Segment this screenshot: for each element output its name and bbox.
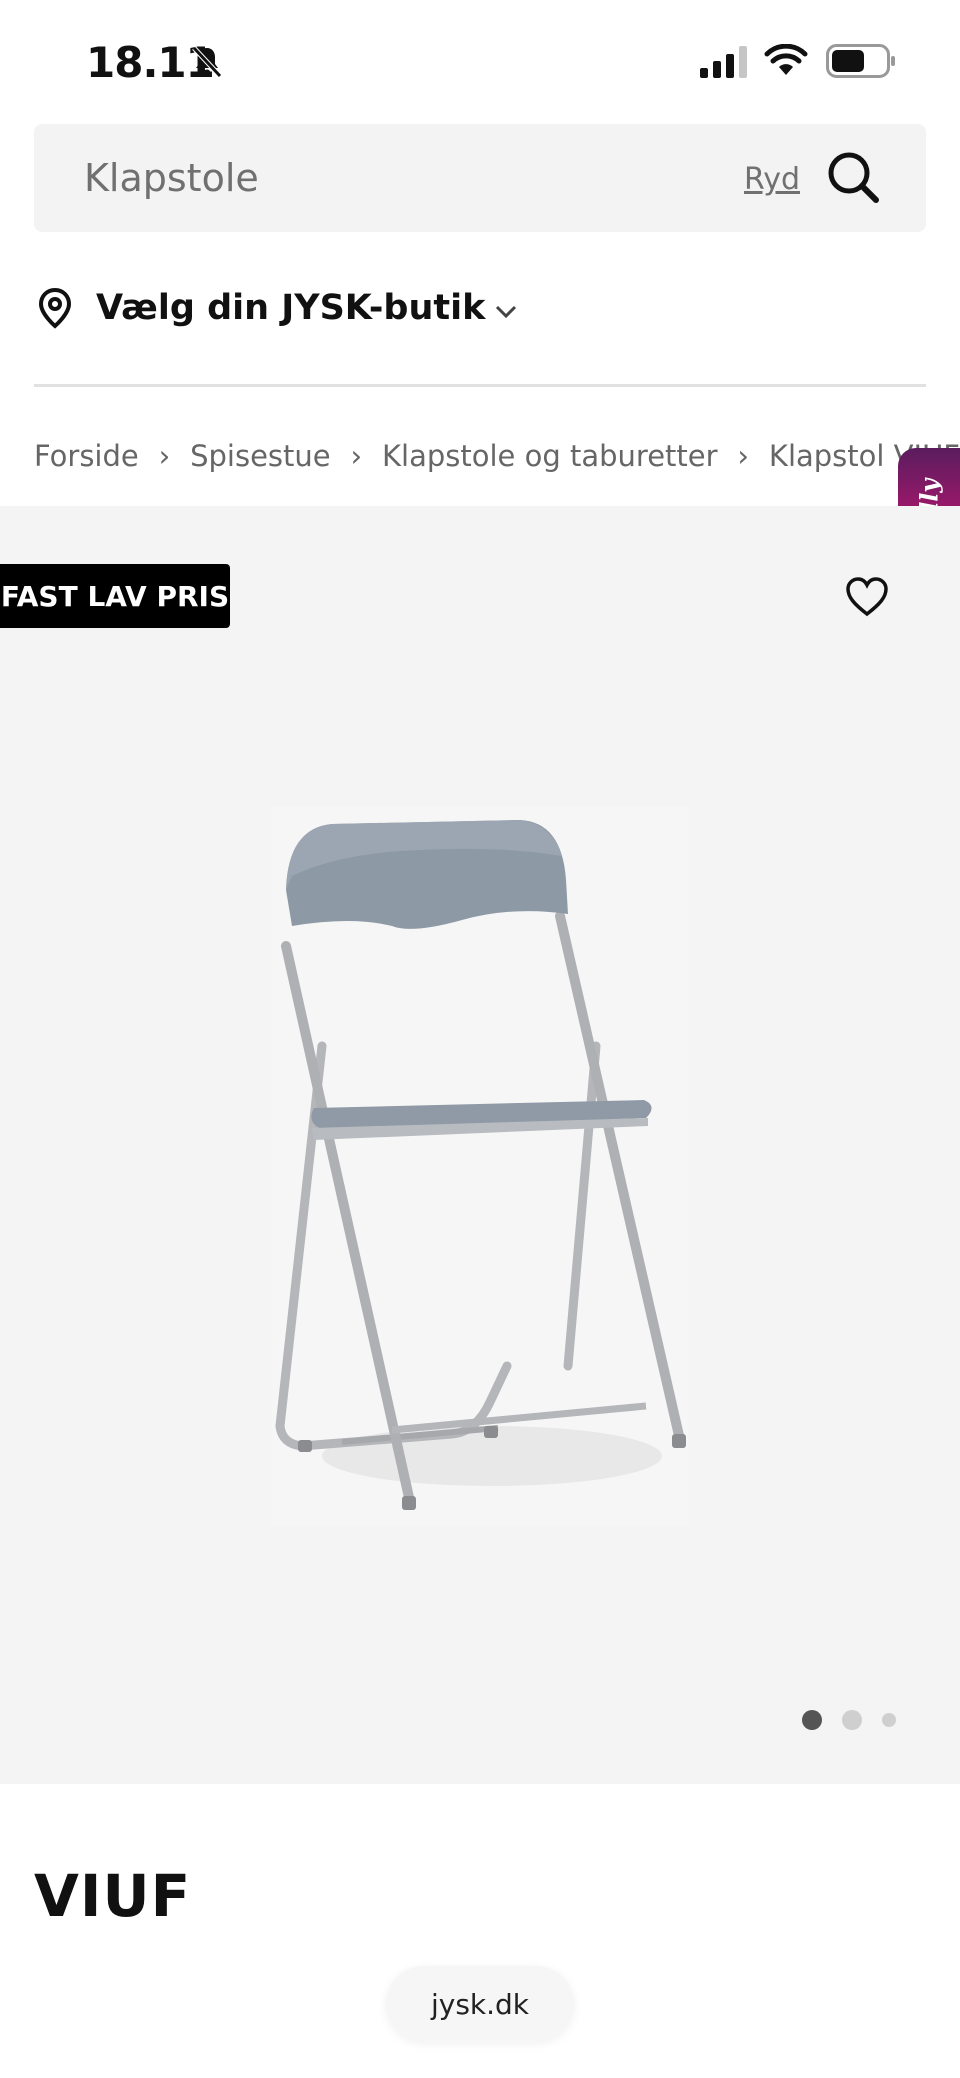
breadcrumb-separator-icon: ›	[737, 439, 750, 473]
signal-icon	[700, 46, 747, 78]
search-bar[interactable]: Klapstole Ryd	[34, 124, 926, 232]
product-gallery[interactable]: FAST LAV PRIS	[0, 506, 960, 1784]
breadcrumb-separator-icon: ›	[158, 439, 171, 473]
divider	[34, 384, 926, 387]
chevron-down-icon	[496, 305, 517, 319]
breadcrumb-item-spisestue[interactable]: Spisestue	[190, 439, 331, 473]
status-bar: 18.11	[0, 0, 960, 120]
breadcrumb-item-klapstole[interactable]: Klapstole og taburetter	[382, 439, 718, 473]
breadcrumb-item-forside[interactable]: Forside	[34, 439, 139, 473]
location-pin-icon	[38, 287, 72, 329]
wifi-icon	[764, 44, 808, 75]
breadcrumb: Forside › Spisestue › Klapstole og tabur…	[34, 426, 960, 486]
product-image-chair	[270, 806, 690, 1526]
store-selector[interactable]: Vælg din JYSK-butik	[34, 276, 534, 340]
product-title: VIUF	[34, 1862, 192, 1930]
heart-icon[interactable]	[844, 576, 890, 618]
search-input[interactable]: Klapstole	[84, 156, 259, 200]
store-selector-label: Vælg din JYSK-butik	[96, 288, 486, 328]
bell-slash-icon	[192, 46, 222, 78]
breadcrumb-separator-icon: ›	[350, 439, 363, 473]
gallery-dot-2[interactable]	[842, 1710, 862, 1730]
browser-url-bar[interactable]: jysk.dk	[386, 1966, 574, 2042]
price-badge: FAST LAV PRIS	[0, 564, 230, 628]
gallery-dot-3[interactable]	[882, 1713, 896, 1727]
gallery-pagination	[802, 1710, 916, 1730]
battery-icon	[826, 44, 895, 78]
search-icon[interactable]	[826, 150, 882, 206]
clear-search-link[interactable]: Ryd	[744, 162, 800, 197]
gallery-dot-1[interactable]	[802, 1710, 822, 1730]
